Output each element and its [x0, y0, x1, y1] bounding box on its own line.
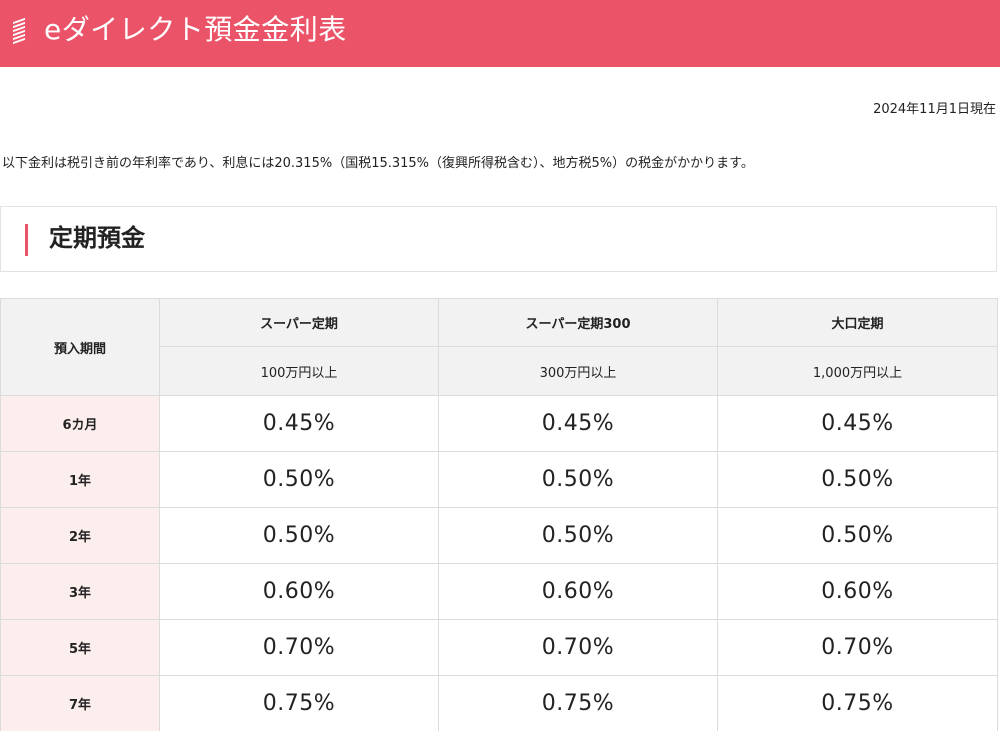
product-condition-super-teiki-300: 300万円以上 — [438, 346, 718, 396]
stripes-icon — [13, 17, 25, 46]
period-cell: 1年 — [0, 451, 160, 508]
rate-cell: 0.60% — [717, 563, 998, 620]
rate-cell: 0.75% — [159, 675, 439, 731]
rate-cell: 0.45% — [438, 395, 718, 452]
table-row: 1年 0.50% 0.50% 0.50% — [0, 451, 998, 508]
rate-cell: 0.70% — [717, 619, 998, 676]
rate-cell: 0.50% — [159, 507, 439, 564]
product-name-super-teiki: スーパー定期 — [159, 298, 439, 347]
product-condition-super-teiki: 100万円以上 — [159, 346, 439, 396]
rate-cell: 0.70% — [438, 619, 718, 676]
rate-cell: 0.50% — [438, 451, 718, 508]
period-column-header: 預入期間 — [0, 298, 160, 396]
rate-cell: 0.50% — [717, 507, 998, 564]
rate-cell: 0.50% — [159, 451, 439, 508]
section-accent-bar — [25, 224, 28, 256]
page-title: eダイレクト預金金利表 — [44, 13, 347, 46]
table-row: 7年 0.75% 0.75% 0.75% — [0, 675, 998, 731]
table-row: 3年 0.60% 0.60% 0.60% — [0, 563, 998, 620]
section-title: 定期預金 — [49, 224, 145, 252]
table-row: 6カ月 0.45% 0.45% 0.45% — [0, 395, 998, 452]
product-condition-oguchi-teiki: 1,000万円以上 — [717, 346, 998, 396]
interest-rate-table: 預入期間 スーパー定期 スーパー定期300 大口定期 100万円以上 300万円… — [0, 298, 998, 731]
rate-cell: 0.60% — [159, 563, 439, 620]
period-cell: 7年 — [0, 675, 160, 731]
rate-cell: 0.45% — [159, 395, 439, 452]
period-cell: 3年 — [0, 563, 160, 620]
period-cell: 5年 — [0, 619, 160, 676]
section-heading: 定期預金 — [0, 206, 997, 272]
rate-cell: 0.50% — [438, 507, 718, 564]
rate-cell: 0.60% — [438, 563, 718, 620]
rate-cell: 0.45% — [717, 395, 998, 452]
table-row: 5年 0.70% 0.70% 0.70% — [0, 619, 998, 676]
rate-cell: 0.70% — [159, 619, 439, 676]
as-of-date: 2024年11月1日現在 — [873, 102, 996, 117]
rate-cell: 0.50% — [717, 451, 998, 508]
period-cell: 6カ月 — [0, 395, 160, 452]
table-row: 2年 0.50% 0.50% 0.50% — [0, 507, 998, 564]
rate-cell: 0.75% — [717, 675, 998, 731]
product-name-oguchi-teiki: 大口定期 — [717, 298, 998, 347]
period-cell: 2年 — [0, 507, 160, 564]
page-header: eダイレクト預金金利表 — [0, 0, 1000, 67]
product-name-super-teiki-300: スーパー定期300 — [438, 298, 718, 347]
rate-cell: 0.75% — [438, 675, 718, 731]
tax-notice: 以下金利は税引き前の年利率であり、利息には20.315%（国税15.315%（復… — [2, 156, 754, 171]
